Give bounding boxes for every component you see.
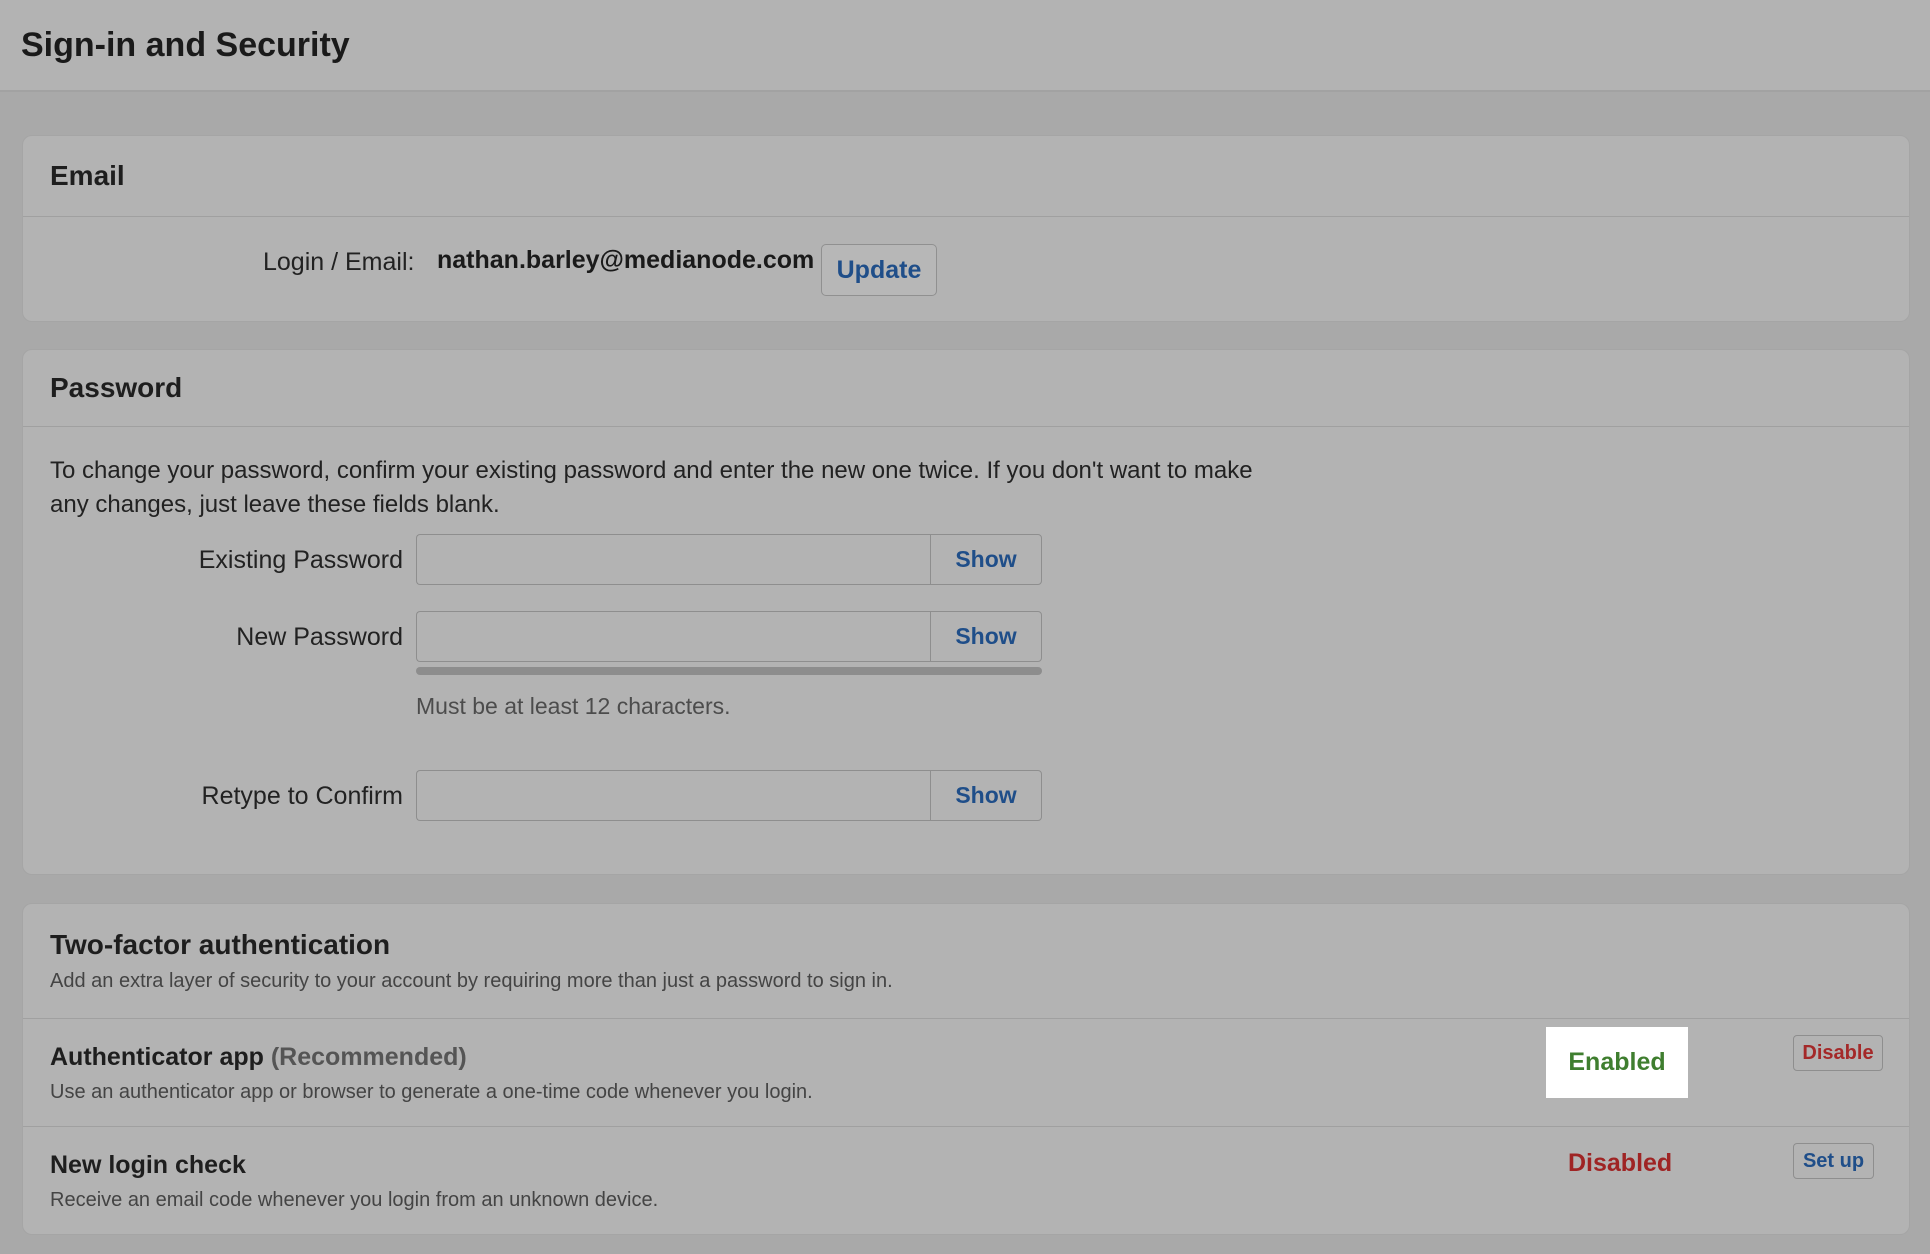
new-login-check-title: New login check xyxy=(50,1151,246,1179)
new-login-check-description: Receive an email code whenever you login… xyxy=(50,1189,659,1211)
two-factor-subtitle: Add an extra layer of security to your a… xyxy=(50,970,893,992)
new-login-check-row: New login check Receive an email code wh… xyxy=(23,1127,1909,1235)
existing-password-label: Existing Password xyxy=(198,546,403,574)
show-existing-password-button[interactable]: Show xyxy=(930,534,1042,585)
password-card-header: Password xyxy=(23,350,1909,427)
email-section-title: Email xyxy=(50,160,125,191)
show-new-password-button[interactable]: Show xyxy=(930,611,1042,662)
show-confirm-password-button[interactable]: Show xyxy=(930,770,1042,821)
page-header: Sign-in and Security xyxy=(0,0,1930,92)
login-email-label: Login / Email: xyxy=(263,248,415,276)
authenticator-status-badge: Enabled xyxy=(1546,1027,1688,1098)
new-password-label: New Password xyxy=(236,623,403,651)
email-card-header: Email xyxy=(23,136,1909,217)
password-section-title: Password xyxy=(50,372,183,403)
authenticator-app-title: Authenticator app (Recommended) xyxy=(50,1043,467,1072)
existing-password-input[interactable] xyxy=(416,534,930,585)
login-email-value: nathan.barley@medianode.com xyxy=(437,246,815,274)
confirm-password-input[interactable] xyxy=(416,770,930,821)
two-factor-header: Two-factor authentication Add an extra l… xyxy=(23,904,1909,1019)
login-email-row: Login / Email: nathan.barley@medianode.c… xyxy=(23,217,1909,323)
two-factor-card: Two-factor authentication Add an extra l… xyxy=(22,903,1910,1235)
password-length-hint: Must be at least 12 characters. xyxy=(416,693,731,719)
password-card: Password To change your password, confir… xyxy=(22,349,1910,875)
new-password-input[interactable] xyxy=(416,611,930,662)
setup-login-check-button[interactable]: Set up xyxy=(1793,1143,1874,1179)
recommended-tag: (Recommended) xyxy=(270,1043,467,1071)
update-email-button[interactable]: Update xyxy=(821,244,937,296)
authenticator-app-name: Authenticator app xyxy=(50,1043,264,1071)
page-title: Sign-in and Security xyxy=(21,25,350,64)
password-strength-meter xyxy=(416,667,1042,675)
password-description: To change your password, confirm your ex… xyxy=(50,457,1253,518)
confirm-password-label: Retype to Confirm xyxy=(201,782,403,810)
authenticator-app-row: Authenticator app (Recommended) Use an a… xyxy=(23,1019,1909,1127)
new-login-check-status: Disabled xyxy=(1568,1149,1673,1177)
disable-authenticator-button[interactable]: Disable xyxy=(1793,1035,1883,1071)
two-factor-title: Two-factor authentication xyxy=(50,929,391,960)
authenticator-app-description: Use an authenticator app or browser to g… xyxy=(50,1081,813,1103)
email-card: Email Login / Email: nathan.barley@media… xyxy=(22,135,1910,322)
